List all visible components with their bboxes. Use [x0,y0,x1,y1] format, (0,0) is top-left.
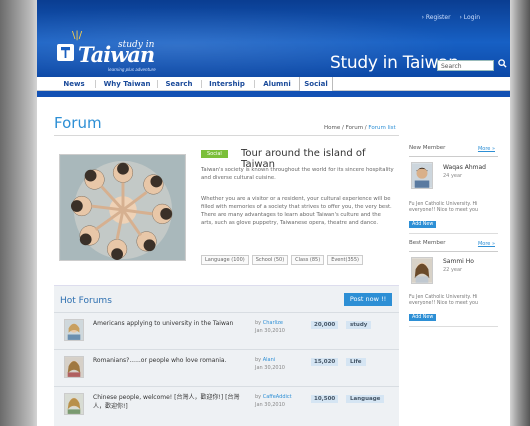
nav-divider [157,80,158,88]
tag-language[interactable]: Language (100) [201,255,249,265]
forum-row[interactable]: Chinese people, welcome! [台灣人，歡迎你!] [台灣人… [54,386,399,423]
forum-topic-link[interactable]: Romanians?......or people who love roman… [93,356,243,365]
tag-class[interactable]: Class (85) [291,255,325,265]
featured-body: Whether you are a visitor or a resident,… [201,196,392,226]
page: › Register › Login \|/ study in Taiwan l… [37,0,510,426]
nav-item-news[interactable]: News [55,77,93,91]
login-link[interactable]: › Login [460,14,481,21]
forum-row[interactable]: Americans applying to university in the … [54,312,399,349]
avatar [64,393,84,415]
nav-item-alumni[interactable]: Alumni [258,77,296,91]
post-now-button[interactable]: Post now !! [344,293,392,306]
breadcrumb: Home / Forum / Forum list [324,125,396,131]
featured-intro: Taiwan's society is known throughout the… [201,167,394,181]
view-count: 15,020 [311,358,339,366]
add-new-button[interactable]: Add New [409,221,437,228]
page-title: Forum [54,114,102,132]
search-input[interactable]: Search [437,60,494,71]
hot-forums-title: Hot Forums [60,296,112,306]
nav-divider [254,80,255,88]
avatar [64,319,84,341]
logo-mark-icon [57,44,74,61]
nav-bluebar [37,91,510,97]
logo-tagline: learning plus adventure [108,67,156,72]
tag-event[interactable]: Event(355) [327,255,363,265]
member-photo[interactable] [411,162,433,189]
search-icon[interactable] [498,59,507,68]
best-member-title: Best Member [409,240,446,246]
nav-item-search[interactable]: Search [161,77,197,91]
forum-topic-link[interactable]: Americans applying to university in the … [93,319,243,328]
divider [409,233,498,234]
by-label: by [255,357,262,363]
view-count: 10,500 [311,395,339,403]
group-hands-image [60,155,185,260]
member-photo[interactable] [411,257,433,284]
breadcrumb-forum[interactable]: Forum [346,125,363,131]
member-age: 24 year [443,173,463,179]
forum-row[interactable]: Romanians?......or people who love roman… [54,349,399,386]
post-date: Jan 30,2010 [255,365,285,371]
member-name[interactable]: Sammi Ho [443,258,474,265]
more-link[interactable]: More » [478,241,495,247]
forum-meta: by Charlize Jan 30,2010 [255,319,285,335]
breadcrumb-current: Forum list [368,125,396,131]
nav-divider [201,80,202,88]
new-member-title: New Member [409,145,446,151]
member-age: 22 year [443,267,463,273]
member-message: Fu Jen Catholic University. Hi everyone!… [409,202,479,213]
view-count: 20,000 [311,321,339,329]
hot-forums: Hot Forums Post now !! Americans applyin… [54,285,399,426]
member-name[interactable]: Waqas Ahmad [443,164,486,171]
post-date: Jan 30,2010 [255,328,285,334]
more-link[interactable]: More » [478,146,495,152]
breadcrumb-home[interactable]: Home [324,125,340,131]
author-link[interactable]: Alani [263,357,275,363]
category-tag[interactable]: Language [346,395,385,403]
tag-school[interactable]: School (50) [251,255,289,265]
nav-item-why-taiwan[interactable]: Why Taiwan [99,77,155,91]
by-label: by [255,394,262,400]
author-link[interactable]: Charlize [263,320,283,326]
divider [409,326,498,327]
member-message: Fu Jen Catholic University. Hi everyone!… [409,295,479,306]
new-member-header: New Member More » [409,145,498,157]
left-frame [0,0,37,426]
category-tag[interactable]: study [346,321,372,329]
best-member-header: Best Member More » [409,240,498,252]
site-logo[interactable]: \|/ study in Taiwan learning plus advent… [57,30,167,74]
category-tag[interactable]: Life [346,358,366,366]
register-link[interactable]: › Register [422,14,451,21]
forum-meta: by Alani Jan 30,2010 [255,356,285,372]
divider [54,135,399,136]
post-date: Jan 30,2010 [255,402,285,408]
nav-item-social[interactable]: Social [299,77,333,91]
tag-list: Language (100) School (50) Class (85) Event… [201,255,366,265]
author-link[interactable]: CaffeAddict [263,394,292,400]
nav-divider [95,80,96,88]
right-frame [510,0,530,426]
avatar [64,356,84,378]
category-badge[interactable]: Social [201,150,228,158]
main-nav: News Why Taiwan Search Intership Alumni … [37,77,510,91]
featured-photo[interactable] [59,154,186,261]
by-label: by [255,320,262,326]
sun-rays-icon: \|/ [72,30,83,41]
top-links: › Register › Login [415,14,480,21]
logo-name: Taiwan [78,42,155,67]
forum-topic-link[interactable]: Chinese people, welcome! [台灣人，歡迎你!] [台灣人… [93,393,243,411]
featured-forum: Social Tour around the island of Taiwan … [54,141,399,267]
add-new-button[interactable]: Add New [409,314,437,321]
nav-item-intership[interactable]: Intership [205,77,249,91]
forum-meta: by CaffeAddict Jan 30,2010 [255,393,292,409]
